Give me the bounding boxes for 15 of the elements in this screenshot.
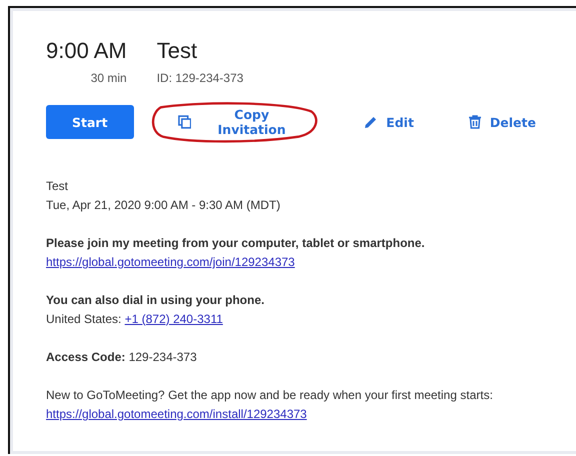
- meeting-duration: 30 min: [90, 71, 127, 85]
- invitation-text: New to GoToMeeting? Get the app now and be ready when your first meeting starts:: [46, 387, 494, 404]
- meeting-time: 9:00 AM: [46, 37, 127, 65]
- meeting-id: ID: 129-234-373: [156, 71, 244, 85]
- phone-link[interactable]: +1 (872) 240-3311: [124, 312, 223, 326]
- invitation-text: Tue, Apr 21, 2020 9:00 AM - 9:30 AM (MDT): [46, 197, 282, 214]
- phone-label: United States:: [46, 312, 122, 326]
- start-button[interactable]: Start: [46, 105, 134, 139]
- meeting-link[interactable]: https://global.gotomeeting.com/join/129234373: [46, 255, 295, 269]
- meeting-link[interactable]: https://global.gotomeeting.com/install/129234373: [46, 407, 307, 421]
- invitation-text: Access Code: 129-234-373: [46, 349, 198, 366]
- invitation-heading: You can also dial in using your phone.: [46, 292, 266, 309]
- meeting-title: Test: [156, 37, 198, 65]
- invitation-heading: Please join my meeting from your computer, tablet or smartphone.: [46, 235, 426, 252]
- invitation-text: Test: [46, 178, 70, 195]
